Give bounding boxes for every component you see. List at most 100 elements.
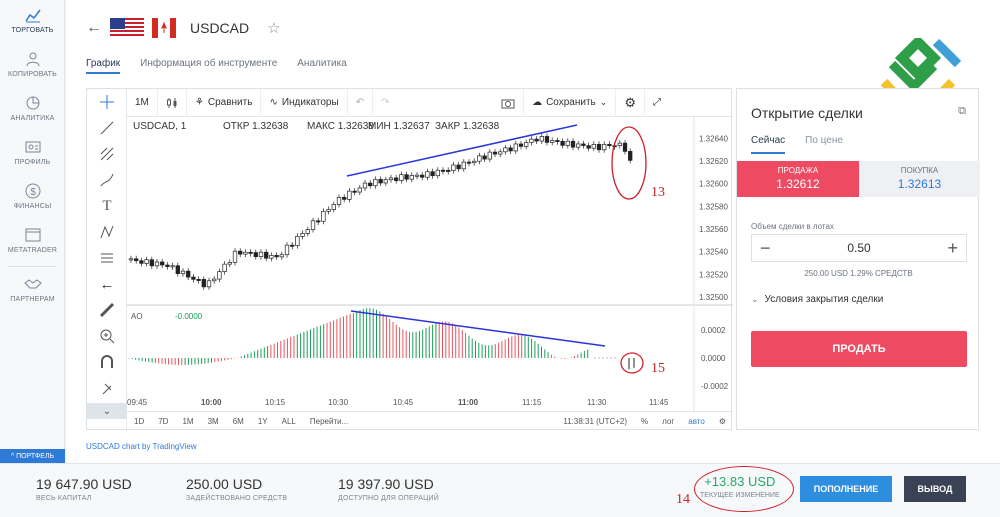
minus-button[interactable]: − [760, 238, 771, 259]
save-button[interactable]: ☁ Сохранить ⌄ [524, 88, 617, 117]
candle-body [570, 140, 576, 148]
percent-toggle[interactable]: % [634, 417, 655, 426]
candle-body [591, 143, 596, 149]
tab-now[interactable]: Сейчас [751, 135, 786, 154]
sidebar-item-profile[interactable]: ПРОФИЛЬ [0, 132, 65, 176]
sidebar-item-label: METATRADER [7, 247, 58, 254]
order-type-tabs: Сейчас По цене [751, 135, 843, 154]
text-icon[interactable]: T [87, 193, 127, 219]
sidebar-item-trade[interactable]: ТОРГОВАТЬ [0, 0, 65, 44]
sidebar-item-label: ПРОФИЛЬ [14, 159, 51, 166]
volume-input[interactable]: 0.50 [847, 241, 870, 255]
forecast-icon[interactable] [87, 245, 127, 271]
candle-body [399, 174, 404, 181]
sidebar-item-partners[interactable]: ПАРТНЕРАМ [0, 269, 65, 313]
interval-button[interactable]: 1M [127, 88, 158, 117]
candle-body [232, 250, 238, 263]
time-tick-label: 11:15 [522, 398, 542, 407]
candle-body [279, 254, 284, 258]
buy-quote[interactable]: ПОКУПКА 1.32613 [859, 161, 980, 197]
range-1m[interactable]: 1M [175, 417, 200, 426]
pattern-icon[interactable] [87, 219, 127, 245]
tab-chart[interactable]: График [86, 58, 121, 74]
sidebar-item-analytics[interactable]: АНАЛИТИКА [0, 88, 65, 132]
range-7d[interactable]: 7D [151, 417, 175, 426]
price-chart[interactable]: 1.32640 1.32620 1.32600 1.32580 1.32560 1.325… [127, 117, 733, 411]
fullscreen-icon[interactable]: ⤢ [645, 89, 669, 117]
chevron-down-icon[interactable]: ⌄ [87, 403, 127, 419]
withdraw-button[interactable]: ВЫВОД [904, 476, 966, 502]
candle-body [295, 235, 300, 247]
fib-icon[interactable] [87, 141, 127, 167]
zoom-icon[interactable] [87, 323, 127, 349]
back-arrow-icon[interactable]: ← [86, 19, 102, 37]
candle-body [222, 263, 227, 272]
close-conditions-toggle[interactable]: ⌄ Условия закрытия сделки [751, 294, 883, 305]
candle-body [284, 244, 290, 256]
candle-body [196, 278, 201, 281]
range-6m[interactable]: 6M [226, 417, 251, 426]
gear-icon[interactable]: ⚙ [712, 417, 733, 426]
drawing-toolbar: T ← ⌄ [87, 89, 127, 431]
candle-body [206, 280, 212, 288]
sidebar-item-metatrader[interactable]: METATRADER [0, 220, 65, 264]
portfolio-toggle[interactable]: ^ ПОРТФЕЛЬ [0, 449, 65, 463]
range-1y[interactable]: 1Y [251, 417, 275, 426]
candle-body [357, 187, 362, 193]
candle-body [586, 145, 591, 149]
sidebar-item-finance[interactable]: $ ФИНАНСЫ [0, 176, 65, 220]
time-tick-label: 11:30 [587, 398, 607, 407]
capital-stat: 19 647.90 USD ВЕСЬ КАПИТАЛ [36, 476, 132, 502]
candle-body [253, 252, 258, 257]
gear-icon[interactable]: ⚙ [616, 88, 645, 117]
instrument-tabs: График Информация об инструменте Аналити… [86, 58, 347, 74]
camera-icon[interactable] [493, 88, 525, 117]
sidebar: ТОРГОВАТЬ КОПИРОВАТЬ АНАЛИТИКА ПРОФИЛЬ $… [0, 0, 65, 463]
crosshair-icon[interactable] [87, 89, 127, 115]
range-all[interactable]: ALL [275, 417, 303, 426]
back-icon[interactable]: ← [87, 271, 127, 297]
tab-by-price[interactable]: По цене [805, 135, 843, 154]
sidebar-item-copy[interactable]: КОПИРОВАТЬ [0, 44, 65, 88]
auto-toggle[interactable]: авто [681, 417, 712, 426]
log-toggle[interactable]: лог [655, 417, 681, 426]
annotation-ellipse-14 [694, 466, 794, 512]
star-icon[interactable]: ☆ [267, 19, 280, 37]
range-1d[interactable]: 1D [127, 417, 151, 426]
undo-icon[interactable]: ↶ [348, 88, 374, 117]
indicators-label: Индикаторы [281, 97, 339, 108]
candle-type-icon[interactable] [158, 88, 187, 117]
ruler-icon[interactable] [87, 297, 127, 323]
magnet-icon[interactable] [87, 349, 127, 375]
time-tick-label: 10:00 [201, 398, 222, 407]
sell-quote[interactable]: ПРОДАЖА 1.32612 [737, 161, 859, 197]
copy-trade-icon [26, 52, 39, 67]
plus-button[interactable]: + [947, 238, 958, 259]
chart-credit-link[interactable]: USDCAD chart by TradingView [86, 442, 197, 451]
redo-icon[interactable]: ↷ [373, 89, 493, 117]
tab-instrument-info[interactable]: Информация об инструменте [140, 58, 277, 74]
goto-button[interactable]: Перейти... [303, 417, 355, 426]
price-tick-label: 1.32600 [699, 180, 728, 189]
popout-icon[interactable]: ⧉ [958, 105, 966, 118]
candle-body [425, 171, 430, 178]
candle-body [550, 140, 555, 143]
tab-analytics[interactable]: Аналитика [297, 58, 347, 74]
candle-body [482, 155, 487, 160]
deposit-button[interactable]: ПОПОЛНЕНИЕ [800, 476, 892, 502]
candle-body [456, 164, 461, 170]
compare-button[interactable]: ⚘ Сравнить [187, 88, 262, 117]
legend-open: ОТКР 1.32638 [223, 121, 289, 132]
indicators-button[interactable]: ∿ Индикаторы [261, 88, 348, 117]
trade-title: Открытие сделки [751, 105, 863, 121]
ao-tick-label: 0.0000 [701, 354, 726, 363]
time-tick-label: 11:00 [458, 398, 479, 407]
lock-icon[interactable] [87, 375, 127, 401]
capital-label: ВЕСЬ КАПИТАЛ [36, 495, 92, 502]
range-3m[interactable]: 3M [201, 417, 226, 426]
trendline-icon[interactable] [87, 115, 127, 141]
candle-body [331, 204, 336, 210]
candle-body [596, 143, 602, 151]
brush-icon[interactable] [87, 167, 127, 193]
sell-button[interactable]: ПРОДАТЬ [751, 331, 967, 367]
